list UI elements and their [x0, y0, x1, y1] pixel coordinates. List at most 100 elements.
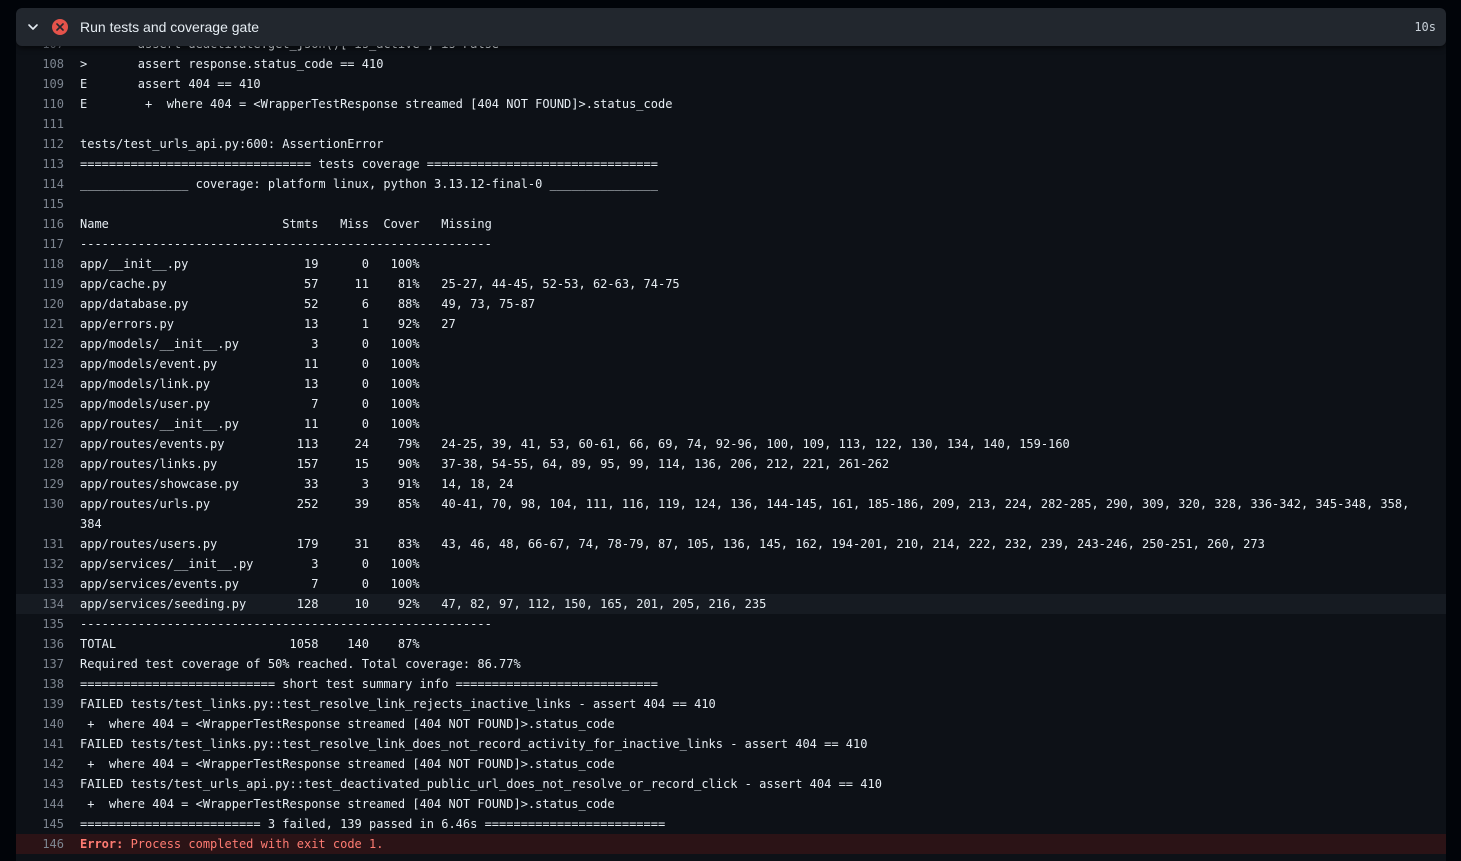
log-line: 108 > assert response.status_code == 410 — [16, 54, 1446, 74]
log-line: 111 — [16, 114, 1446, 134]
line-number[interactable]: 121 — [16, 314, 64, 334]
log-line: 143 FAILED tests/test_urls_api.py::test_d… — [16, 774, 1446, 794]
line-number[interactable]: 129 — [16, 474, 64, 494]
log-line: 125 app/models/user.py 7 0 100% — [16, 394, 1446, 414]
line-number[interactable]: 141 — [16, 734, 64, 754]
log-line: 118 app/__init__.py 19 0 100% — [16, 254, 1446, 274]
line-number[interactable]: 136 — [16, 634, 64, 654]
log-line: 115 — [16, 194, 1446, 214]
log-line: 140 + where 404 = <WrapperTestResponse s… — [16, 714, 1446, 734]
line-number[interactable]: 108 — [16, 54, 64, 74]
log-line: 139 FAILED tests/test_links.py::test_reso… — [16, 694, 1446, 714]
log-line: 122 app/models/__init__.py 3 0 100% — [16, 334, 1446, 354]
log-line: 136 TOTAL 1058 140 87% — [16, 634, 1446, 654]
log-line-text: app/routes/users.py 179 31 83% 43, 46, 4… — [80, 537, 1265, 551]
log-line: 112 tests/test_urls_api.py:600: Assertion… — [16, 134, 1446, 154]
line-number[interactable]: 119 — [16, 274, 64, 294]
line-number[interactable]: 114 — [16, 174, 64, 194]
log-line-text: E + where 404 = <WrapperTestResponse str… — [80, 97, 673, 111]
line-number[interactable]: 133 — [16, 574, 64, 594]
line-number[interactable]: 109 — [16, 74, 64, 94]
log-line-text: E assert 404 == 410 — [80, 77, 261, 91]
log-line-text: + where 404 = <WrapperTestResponse strea… — [80, 797, 615, 811]
log-line: 109 E assert 404 == 410 — [16, 74, 1446, 94]
line-number[interactable]: 120 — [16, 294, 64, 314]
log-line: 142 + where 404 = <WrapperTestResponse s… — [16, 754, 1446, 774]
step-duration: 10s — [1414, 20, 1436, 34]
error-log-line: 146 Error: Process completed with exit co… — [16, 834, 1446, 854]
line-number[interactable]: 117 — [16, 234, 64, 254]
log-line: 138 =========================== short tes… — [16, 674, 1446, 694]
line-number[interactable]: 110 — [16, 94, 64, 114]
log-line-text: Name Stmts Miss Cover Missing — [80, 217, 492, 231]
log-line: 127 app/routes/events.py 113 24 79% 24-25… — [16, 434, 1446, 454]
line-number[interactable]: 112 — [16, 134, 64, 154]
log-line-text — [80, 194, 1436, 214]
log-line-text: app/routes/__init__.py 11 0 100% — [80, 417, 420, 431]
log-line: 134 app/services/seeding.py 128 10 92% 47… — [16, 594, 1446, 614]
log-line-text: app/services/seeding.py 128 10 92% 47, 8… — [80, 597, 767, 611]
line-number[interactable]: 138 — [16, 674, 64, 694]
log-line-text: app/routes/showcase.py 33 3 91% 14, 18, … — [80, 477, 514, 491]
line-number[interactable]: 140 — [16, 714, 64, 734]
line-number[interactable]: 113 — [16, 154, 64, 174]
job-step-panel: 107 assert deactivate.get_json()["is_act… — [16, 8, 1446, 861]
line-number[interactable]: 134 — [16, 594, 64, 614]
log-line: 144 + where 404 = <WrapperTestResponse s… — [16, 794, 1446, 814]
step-title[interactable]: Run tests and coverage gate — [80, 19, 1414, 35]
log-line-text: app/services/events.py 7 0 100% — [80, 577, 420, 591]
log-line-text — [80, 114, 1436, 134]
line-number[interactable]: 142 — [16, 754, 64, 774]
line-number[interactable]: 123 — [16, 354, 64, 374]
log-line-text: Required test coverage of 50% reached. T… — [80, 657, 521, 671]
line-number[interactable]: 126 — [16, 414, 64, 434]
log-line-text: ----------------------------------------… — [80, 617, 492, 631]
error-message: Process completed with exit code 1. — [123, 837, 384, 851]
line-number[interactable]: 143 — [16, 774, 64, 794]
log-line-text: FAILED tests/test_urls_api.py::test_deac… — [80, 777, 882, 791]
line-number[interactable]: 128 — [16, 454, 64, 474]
log-line-text: tests/test_urls_api.py:600: AssertionErr… — [80, 137, 384, 151]
log-line: 120 app/database.py 52 6 88% 49, 73, 75-8… — [16, 294, 1446, 314]
chevron-down-icon[interactable] — [26, 20, 40, 34]
log-line: 117 -------------------------------------… — [16, 234, 1446, 254]
line-number[interactable]: 127 — [16, 434, 64, 454]
log-line: 128 app/routes/links.py 157 15 90% 37-38,… — [16, 454, 1446, 474]
log-line-text: TOTAL 1058 140 87% — [80, 637, 420, 651]
line-number[interactable]: 145 — [16, 814, 64, 834]
line-number[interactable]: 131 — [16, 534, 64, 554]
log-line: 126 app/routes/__init__.py 11 0 100% — [16, 414, 1446, 434]
log-line-text: app/models/user.py 7 0 100% — [80, 397, 420, 411]
line-number[interactable]: 124 — [16, 374, 64, 394]
log-line-text: _______________ coverage: platform linux… — [80, 177, 658, 191]
error-text: Error: Process completed with exit code … — [80, 834, 1436, 854]
line-number[interactable]: 132 — [16, 554, 64, 574]
log-line-text: app/routes/urls.py 252 39 85% 40-41, 70,… — [80, 497, 1410, 531]
log-line-text: app/database.py 52 6 88% 49, 73, 75-87 — [80, 297, 536, 311]
line-number[interactable]: 118 — [16, 254, 64, 274]
log-line-text: app/__init__.py 19 0 100% — [80, 257, 420, 271]
line-number[interactable]: 116 — [16, 214, 64, 234]
log-line-text: app/services/__init__.py 3 0 100% — [80, 557, 420, 571]
line-number[interactable]: 130 — [16, 494, 64, 534]
line-number[interactable]: 115 — [16, 194, 64, 214]
log-line-text: FAILED tests/test_links.py::test_resolve… — [80, 737, 868, 751]
log-line-text: ========================= 3 failed, 139 … — [80, 817, 666, 831]
line-number[interactable]: 125 — [16, 394, 64, 414]
line-number[interactable]: 146 — [16, 834, 64, 854]
log-line-text: app/cache.py 57 11 81% 25-27, 44-45, 52-… — [80, 277, 680, 291]
log-line-text: FAILED tests/test_links.py::test_resolve… — [80, 697, 716, 711]
step-header[interactable]: Run tests and coverage gate 10s — [16, 8, 1446, 46]
line-number[interactable]: 144 — [16, 794, 64, 814]
line-number[interactable]: 139 — [16, 694, 64, 714]
log-line-text: ================================ tests c… — [80, 157, 658, 171]
line-number[interactable]: 135 — [16, 614, 64, 634]
log-output: 107 assert deactivate.get_json()["is_act… — [16, 34, 1446, 854]
log-line: 137 Required test coverage of 50% reached… — [16, 654, 1446, 674]
line-number[interactable]: 122 — [16, 334, 64, 354]
log-line-text: app/models/__init__.py 3 0 100% — [80, 337, 420, 351]
line-number[interactable]: 111 — [16, 114, 64, 134]
line-number[interactable]: 137 — [16, 654, 64, 674]
log-line: 119 app/cache.py 57 11 81% 25-27, 44-45, … — [16, 274, 1446, 294]
log-line: 114 _______________ coverage: platform li… — [16, 174, 1446, 194]
